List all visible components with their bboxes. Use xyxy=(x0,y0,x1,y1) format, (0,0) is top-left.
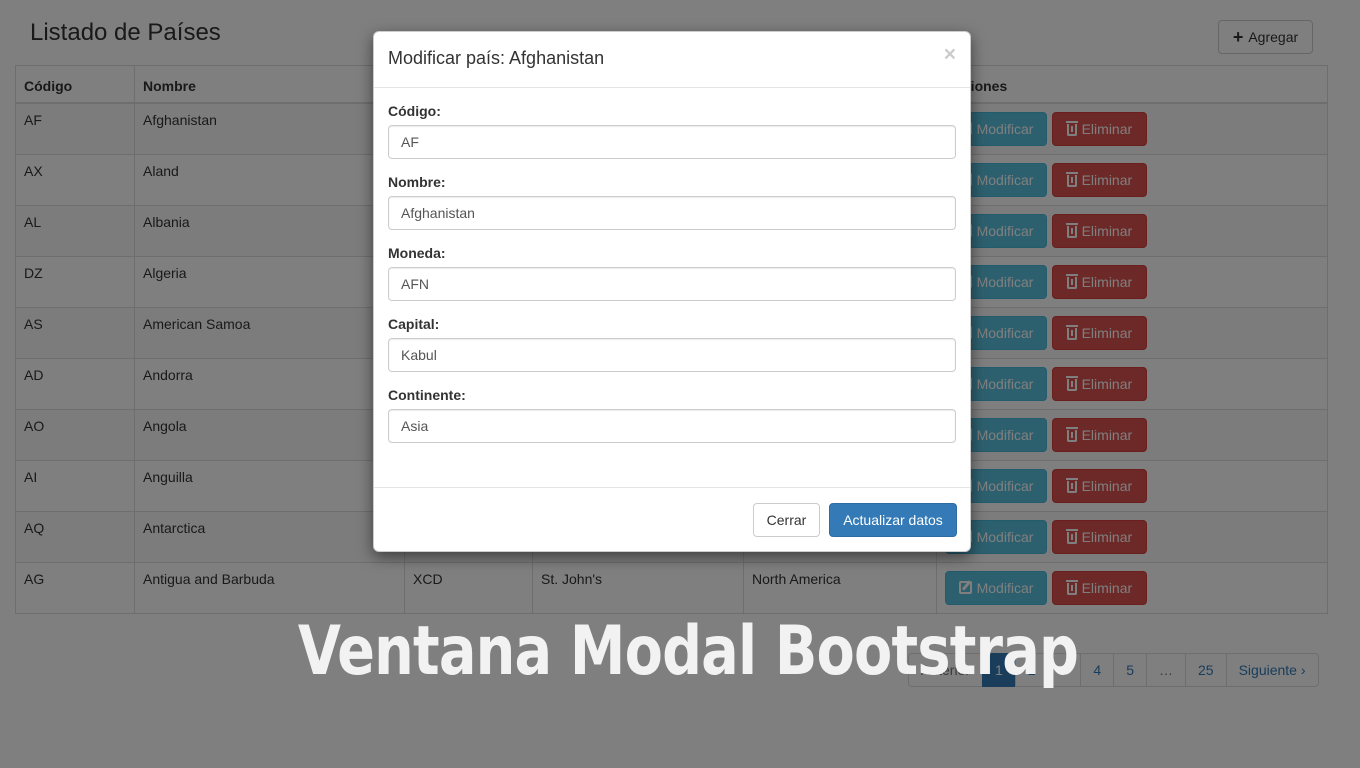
continent-label: Continente: xyxy=(388,387,466,403)
continent-field[interactable]: Asia xyxy=(388,409,956,443)
modal-header: Modificar país: Afghanistan × xyxy=(374,32,970,88)
form-group-name: Nombre: Afghanistan xyxy=(388,174,956,230)
form-group-currency: Moneda: AFN xyxy=(388,245,956,301)
form-group-code: Código: AF xyxy=(388,103,956,159)
currency-label: Moneda: xyxy=(388,245,446,261)
update-button[interactable]: Actualizar datos xyxy=(829,503,957,537)
close-icon[interactable]: × xyxy=(944,44,956,65)
modal-body: Código: AF Nombre: Afghanistan Moneda: A… xyxy=(374,88,970,473)
code-field[interactable]: AF xyxy=(388,125,956,159)
form-group-continent: Continente: Asia xyxy=(388,387,956,443)
name-label: Nombre: xyxy=(388,174,446,190)
code-label: Código: xyxy=(388,103,441,119)
watermark-title: Ventana Modal Bootstrap xyxy=(297,612,1079,691)
modal-title: Modificar país: Afghanistan xyxy=(388,48,605,68)
form-group-capital: Capital: Kabul xyxy=(388,316,956,372)
close-button[interactable]: Cerrar xyxy=(753,503,820,537)
modal-footer: Cerrar Actualizar datos xyxy=(374,487,970,551)
currency-field[interactable]: AFN xyxy=(388,267,956,301)
capital-label: Capital: xyxy=(388,316,440,332)
edit-country-modal: Modificar país: Afghanistan × Código: AF… xyxy=(373,31,971,552)
capital-field[interactable]: Kabul xyxy=(388,338,956,372)
name-field[interactable]: Afghanistan xyxy=(388,196,956,230)
